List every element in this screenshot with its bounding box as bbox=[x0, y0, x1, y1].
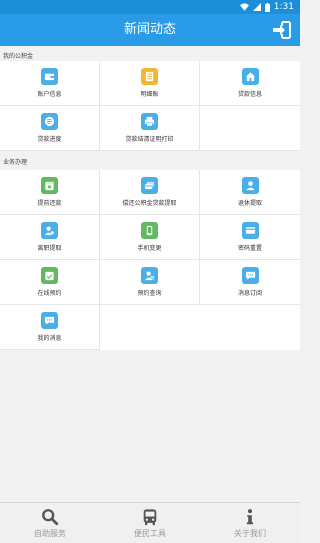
tab-about-us[interactable]: 关于我们 bbox=[200, 503, 300, 543]
tab-label: 便民工具 bbox=[134, 528, 166, 538]
menu-item-loan-info[interactable]: 贷款信息 bbox=[200, 61, 300, 106]
tab-convenience-tools[interactable]: 便民工具 bbox=[100, 503, 200, 543]
battery-icon bbox=[264, 2, 270, 12]
calendar-check-icon bbox=[41, 267, 58, 284]
menu-item-label: 贷款进度 bbox=[37, 136, 62, 143]
menu-item-label: 贷款结清证明打印 bbox=[125, 136, 174, 143]
card-stack-icon bbox=[141, 177, 158, 194]
menu-item-account-info[interactable]: 账户信息 bbox=[0, 61, 100, 106]
menu-item-label: 贷款信息 bbox=[237, 91, 262, 98]
menu-item-loan-clearance-print[interactable]: 贷款结清证明打印 bbox=[100, 106, 200, 151]
calendar-icon bbox=[41, 177, 58, 194]
chat-icon bbox=[41, 312, 58, 329]
menu-item-loan-repayment-withdraw[interactable]: 偿还公积金贷款提取 bbox=[100, 170, 200, 215]
menu-item-label: 退休提取 bbox=[237, 200, 262, 207]
menu-item-loan-progress[interactable]: 贷款进度 bbox=[0, 106, 100, 151]
house-icon bbox=[241, 68, 259, 85]
menu-item-phone-change[interactable]: 手机变更 bbox=[100, 215, 200, 260]
section-title-business: 业务办理 bbox=[3, 159, 28, 166]
menu-item-ledger[interactable]: 明细账 bbox=[100, 61, 200, 106]
status-time: 1:31 bbox=[273, 2, 294, 12]
menu-item-message-subscription[interactable]: 消息订阅 bbox=[200, 260, 300, 305]
menu-item-label: 手机变更 bbox=[137, 245, 162, 252]
phone-icon bbox=[141, 222, 158, 239]
empty-cell bbox=[100, 305, 200, 350]
search-icon bbox=[42, 508, 59, 525]
person-badge-icon bbox=[41, 222, 58, 239]
progress-icon bbox=[41, 113, 58, 130]
app-bar: 新闻动态 bbox=[0, 14, 300, 46]
tab-label: 关于我们 bbox=[234, 528, 266, 538]
menu-item-online-appointment[interactable]: 在线预约 bbox=[0, 260, 100, 305]
menu-item-label: 预约查询 bbox=[137, 290, 162, 297]
section-title-my-fund: 我的公积金 bbox=[3, 53, 34, 60]
empty-cell bbox=[200, 106, 300, 151]
page-title: 新闻动态 bbox=[123, 22, 176, 37]
person-icon bbox=[241, 177, 259, 194]
menu-item-label: 消息订阅 bbox=[237, 290, 262, 297]
bottom-navigation: 自助服务 便民工具 关于我们 bbox=[0, 502, 300, 543]
menu-item-label: 账户信息 bbox=[37, 91, 62, 98]
card-icon bbox=[241, 222, 259, 239]
empty-cell bbox=[200, 305, 300, 350]
menu-item-resignation-withdraw[interactable]: 离职提取 bbox=[0, 215, 100, 260]
logout-icon[interactable] bbox=[272, 20, 292, 40]
menu-item-label: 明细账 bbox=[140, 91, 159, 98]
menu-item-label: 密码重置 bbox=[237, 245, 262, 252]
menu-item-label: 提前还款 bbox=[37, 200, 62, 207]
menu-item-appointment-query[interactable]: 预约查询 bbox=[100, 260, 200, 305]
wifi-icon bbox=[239, 3, 249, 11]
menu-item-label: 在线预约 bbox=[37, 290, 62, 297]
bus-icon bbox=[143, 508, 157, 525]
menu-item-label: 我的消息 bbox=[37, 335, 62, 342]
status-bar: 1:31 bbox=[0, 0, 300, 14]
tab-self-service[interactable]: 自助服务 bbox=[0, 503, 100, 543]
menu-item-label: 离职提取 bbox=[37, 245, 62, 252]
business-grid: 提前还款 偿还公积金贷款提取 退休提取 离职提取 手机变更 密码重置 在线预约 … bbox=[0, 170, 300, 350]
wallet-icon bbox=[41, 68, 58, 85]
menu-item-label: 偿还公积金贷款提取 bbox=[122, 200, 177, 207]
menu-item-retirement-withdraw[interactable]: 退休提取 bbox=[200, 170, 300, 215]
message-icon bbox=[241, 267, 259, 284]
menu-item-password-reset[interactable]: 密码重置 bbox=[200, 215, 300, 260]
tab-label: 自助服务 bbox=[34, 528, 66, 538]
ledger-icon bbox=[141, 68, 158, 85]
my-fund-grid: 账户信息 明细账 贷款信息 贷款进度 贷款结清证明打印 bbox=[0, 61, 300, 151]
info-icon bbox=[246, 508, 254, 524]
menu-item-early-repayment[interactable]: 提前还款 bbox=[0, 170, 100, 215]
menu-item-my-messages[interactable]: 我的消息 bbox=[0, 305, 100, 350]
signal-icon bbox=[252, 3, 261, 11]
printer-icon bbox=[141, 113, 158, 130]
person-search-icon bbox=[141, 267, 158, 284]
